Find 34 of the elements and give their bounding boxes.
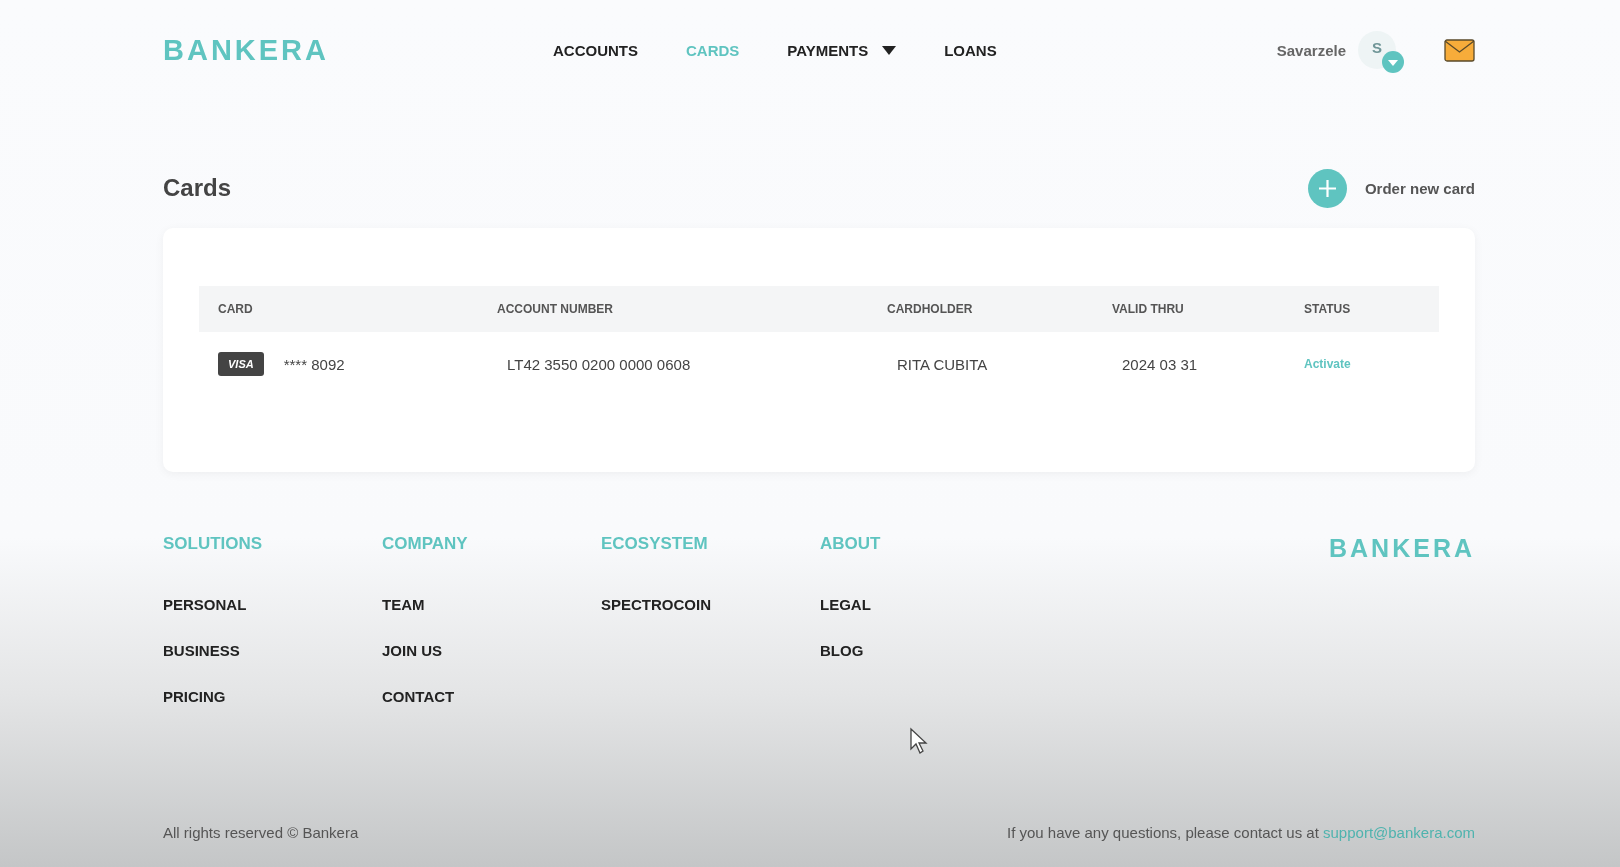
mouse-pointer-icon [909,727,929,755]
order-card-button[interactable]: Order new card [1307,168,1475,208]
footer-heading: COMPANY [382,534,469,554]
mail-icon[interactable] [1444,38,1475,62]
contact-text: If you have any questions, please contact us at support@bankera.com [1006,824,1475,841]
column-header: ACCOUNT NUMBER [478,286,868,332]
footer-link[interactable]: JOIN US [382,642,601,659]
copyright-text: All rights reserved © Bankera [163,824,359,841]
footer-heading: SOLUTIONS [163,534,264,554]
footer-link[interactable]: TEAM [382,596,601,613]
footer-link[interactable]: PRICING [163,688,382,705]
footer-heading: ECOSYSTEM [601,534,709,554]
footer-link[interactable]: SPECTROCOIN [601,596,820,613]
column-header: CARDHOLDER [868,286,1093,332]
nav-tab[interactable]: ACCOUNTS [553,37,638,63]
page-title: Cards [163,174,232,202]
column-header: STATUS [1285,286,1439,332]
nav-tab[interactable]: PAYMENTS [787,37,897,63]
footer-link[interactable]: LEGAL [820,596,1039,613]
footer-link[interactable]: PERSONAL [163,596,382,613]
column-header: VALID THRU [1093,286,1285,332]
table-cell-text: LT42 3550 0200 0000 0608 [506,354,692,375]
footer-link[interactable]: BUSINESS [163,642,382,659]
table-cell-text: 2024 03 31 [1121,354,1199,375]
plus-icon [1307,168,1347,208]
column-header: CARD [199,286,478,332]
footer-link[interactable]: CONTACT [382,688,601,705]
card-brand-logo: VISA [218,352,264,376]
nav-tab[interactable]: LOANS [944,37,997,63]
footer-link[interactable]: BLOG [820,642,1039,659]
card-number: **** 8092 [283,355,345,373]
user-name[interactable]: Savarzele [1276,41,1346,59]
table-cell-text: RITA CUBITA [896,354,989,375]
footer-heading: ABOUT [820,534,882,554]
